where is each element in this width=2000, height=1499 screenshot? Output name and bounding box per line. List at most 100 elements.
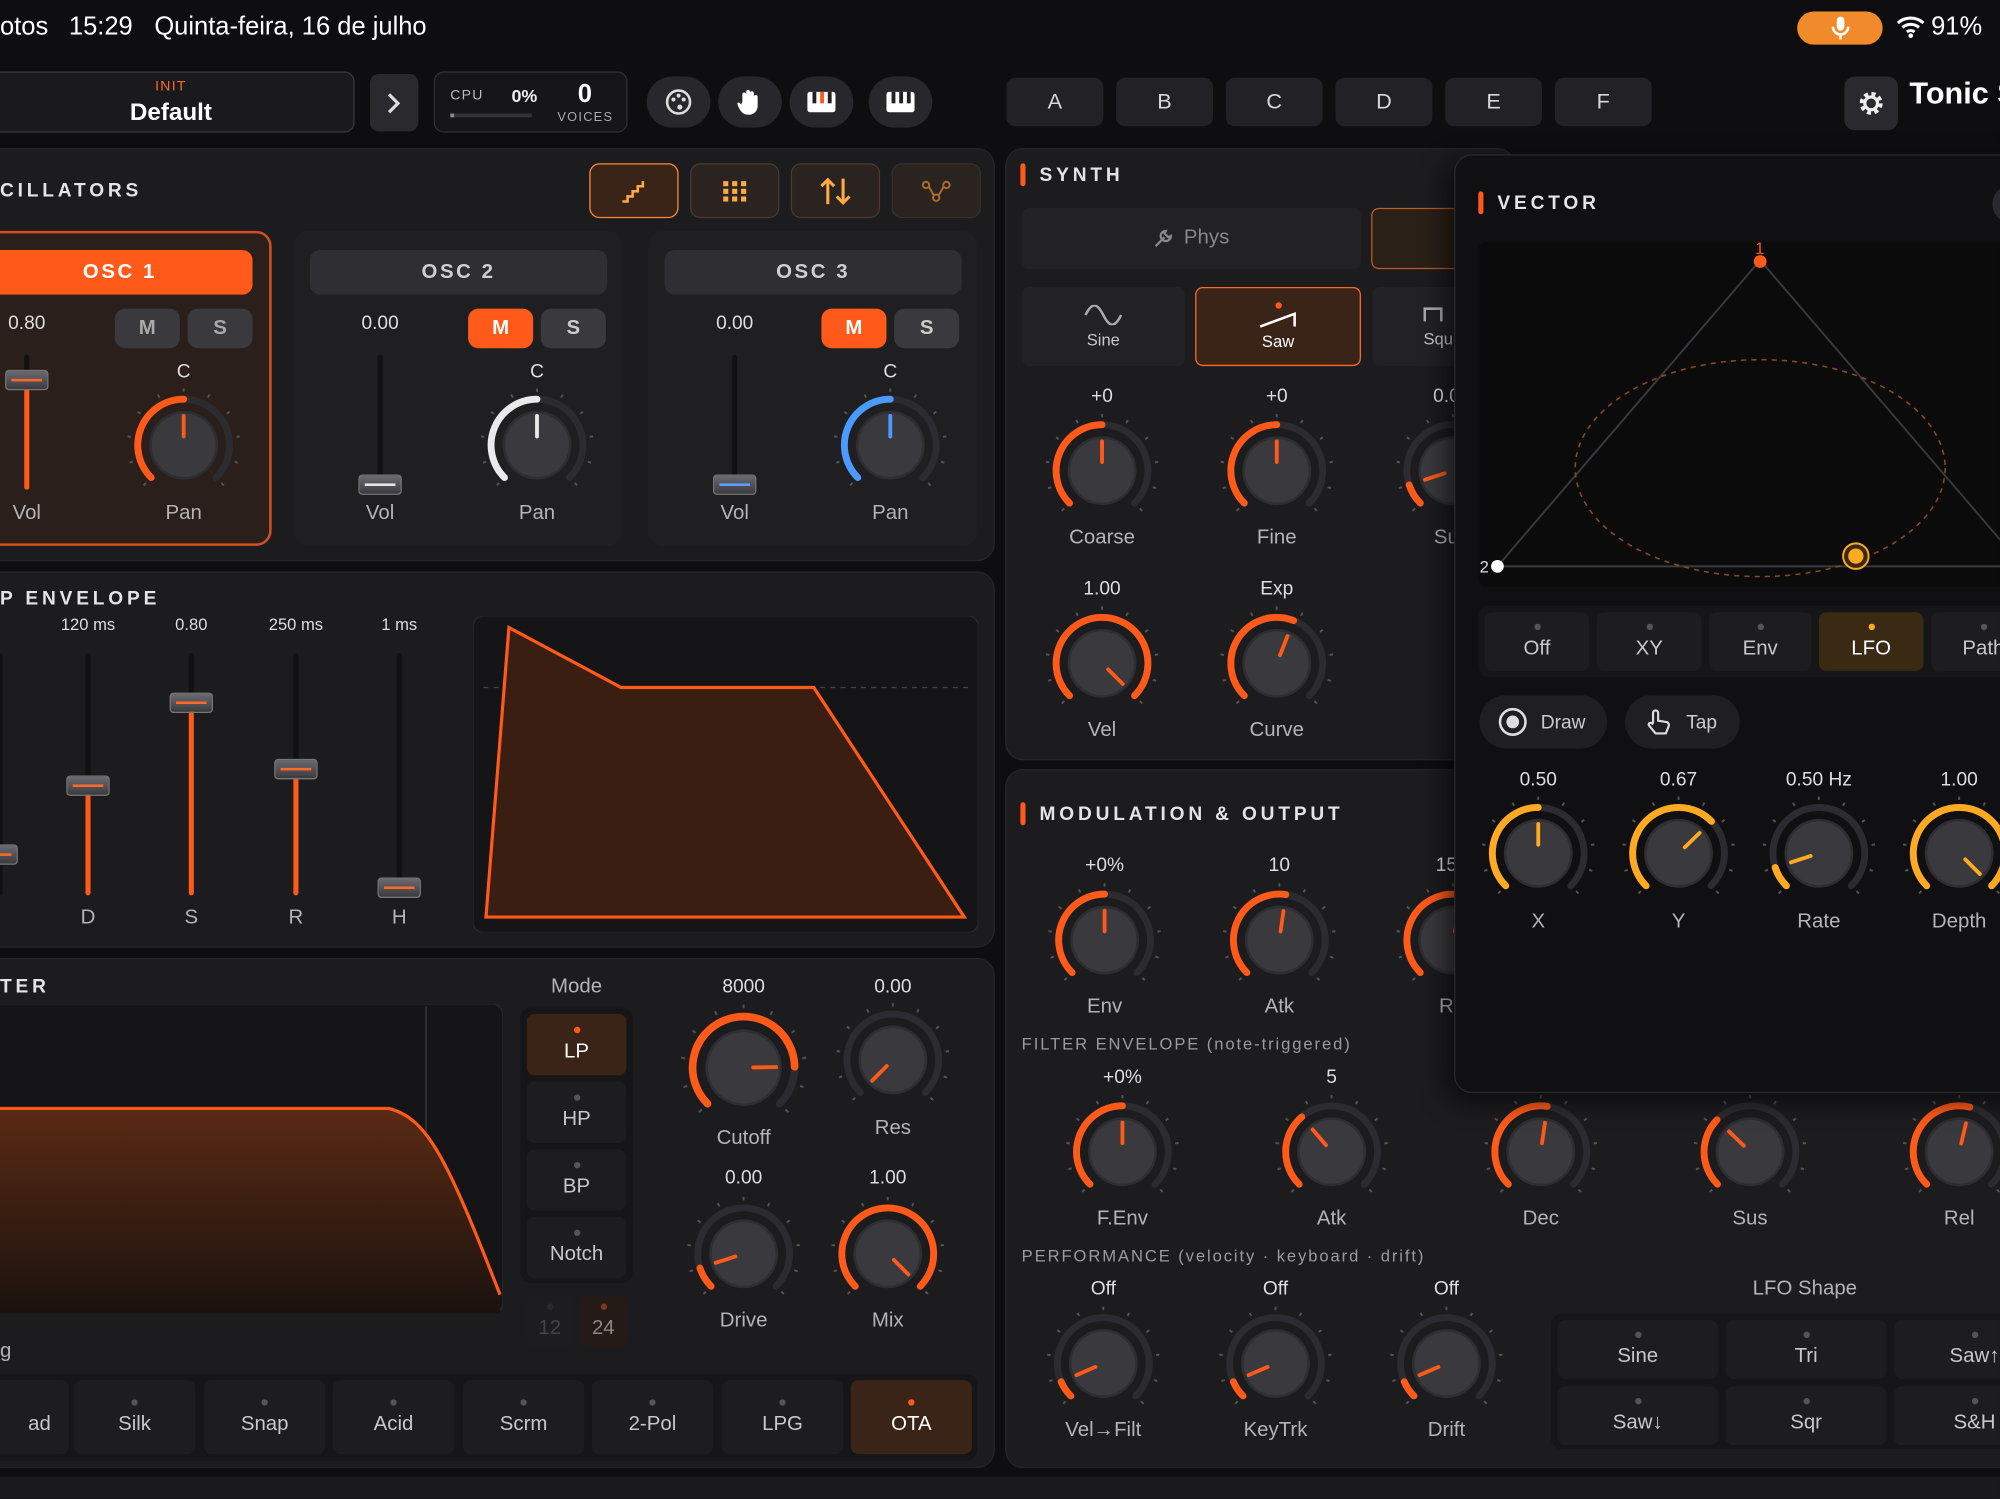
- fenv-sus-knob[interactable]: [1693, 1094, 1808, 1215]
- keyboard-split-button[interactable]: [789, 76, 854, 128]
- filter-type-ad[interactable]: ad: [0, 1380, 69, 1455]
- env-s-fader[interactable]: [169, 692, 214, 714]
- osc3-mute-button[interactable]: M: [821, 308, 887, 349]
- curve-knob[interactable]: [1219, 606, 1334, 727]
- bank-d-button[interactable]: D: [1335, 77, 1433, 127]
- osc1-mute-button[interactable]: M: [114, 308, 180, 349]
- env-r-fill: [293, 771, 299, 896]
- osc2-title[interactable]: OSC 2: [309, 249, 608, 295]
- filter-type-lpg[interactable]: LPG: [721, 1380, 844, 1455]
- vector-x-knob[interactable]: [1481, 796, 1596, 917]
- vector-draw-button[interactable]: Draw: [1479, 695, 1608, 749]
- filter-type-label-fragment: g: [0, 1340, 12, 1363]
- mod-env-knob[interactable]: [1047, 883, 1162, 1004]
- osc3-solo-button[interactable]: S: [894, 308, 960, 349]
- filter-type-scrm[interactable]: Scrm: [463, 1380, 585, 1455]
- filter-type-snap[interactable]: Snap: [204, 1380, 326, 1455]
- vector-mode-xy[interactable]: XY: [1596, 612, 1702, 671]
- osc3-pan-value: C: [883, 360, 898, 383]
- vector-pad[interactable]: [1478, 242, 2000, 587]
- next-preset-button[interactable]: [369, 73, 419, 132]
- fenv-dec-knob[interactable]: [1483, 1094, 1598, 1215]
- fenv-amount-knob[interactable]: [1065, 1094, 1180, 1215]
- wave-saw-button[interactable]: Saw: [1195, 286, 1361, 367]
- env-a-fader[interactable]: [0, 844, 18, 865]
- osc-stairs-button[interactable]: [589, 163, 679, 219]
- lfo-shape-saw-up[interactable]: Saw↑: [1894, 1320, 2000, 1379]
- bank-f-button[interactable]: F: [1554, 77, 1652, 127]
- fenv-atk-knob[interactable]: [1274, 1094, 1389, 1215]
- osc2-vol-fader[interactable]: [358, 474, 402, 495]
- filter-mode-notch[interactable]: Notch: [526, 1216, 627, 1279]
- mod-atk-knob[interactable]: [1222, 883, 1337, 1004]
- filter-res-label: Res: [874, 1117, 911, 1140]
- lfo-shape-saw-down[interactable]: Saw↓: [1557, 1386, 1719, 1446]
- vector-mode-path[interactable]: Path: [1931, 612, 2000, 671]
- fenv-rel-knob[interactable]: [1902, 1094, 2000, 1215]
- drift-knob[interactable]: [1389, 1306, 1504, 1427]
- env-r-fader[interactable]: [274, 758, 318, 780]
- osc2-pan-label: Pan: [518, 502, 556, 525]
- fine-knob[interactable]: [1219, 413, 1334, 534]
- bank-e-button[interactable]: E: [1445, 77, 1543, 127]
- env-d-fader[interactable]: [66, 775, 110, 796]
- osc1-pan-knob[interactable]: [126, 388, 241, 509]
- osc3-title[interactable]: OSC 3: [664, 249, 962, 295]
- filter-type-lpg-label: LPG: [762, 1412, 803, 1435]
- preset-selector[interactable]: INIT Default: [0, 71, 355, 133]
- engine-phys-button[interactable]: Phys: [1021, 207, 1361, 270]
- osc1-title[interactable]: OSC 1: [0, 249, 253, 295]
- filter-mode-bp[interactable]: BP: [526, 1149, 627, 1211]
- vector-tap-button[interactable]: Tap: [1624, 695, 1740, 749]
- coarse-knob[interactable]: [1045, 413, 1160, 534]
- filter-res-knob[interactable]: [835, 1003, 950, 1124]
- vector-y-knob[interactable]: [1621, 796, 1736, 917]
- wave-sine-button[interactable]: Sine: [1021, 286, 1185, 367]
- filter-drive-knob[interactable]: [686, 1196, 801, 1317]
- filter-response-graph: [0, 1003, 503, 1314]
- lfo-shape-sh-label: S&H: [1953, 1411, 1996, 1434]
- osc2-mute-button[interactable]: M: [468, 308, 534, 349]
- osc-routing-button[interactable]: [891, 163, 981, 219]
- lfo-shape-sine[interactable]: Sine: [1557, 1320, 1719, 1379]
- osc3-vol-fader[interactable]: [713, 474, 757, 495]
- vector-mode-lfo[interactable]: LFO: [1818, 612, 1924, 671]
- osc2-pan-knob[interactable]: [480, 388, 595, 509]
- lfo-shape-tri[interactable]: Tri: [1725, 1320, 1887, 1379]
- osc3-pan-knob[interactable]: [833, 388, 948, 509]
- bank-b-button[interactable]: B: [1116, 77, 1214, 127]
- filter-type-2pol[interactable]: 2-Pol: [591, 1380, 714, 1455]
- env-h-fader[interactable]: [377, 877, 421, 898]
- filter-mix-knob[interactable]: [830, 1196, 945, 1317]
- palette-button[interactable]: [646, 76, 711, 128]
- bank-c-button[interactable]: C: [1225, 77, 1323, 127]
- vector-mode-xy-label: XY: [1635, 637, 1663, 659]
- vector-mode-env[interactable]: Env: [1709, 612, 1812, 671]
- lfo-shape-sh[interactable]: S&H: [1894, 1386, 2000, 1446]
- osc-sort-button[interactable]: [790, 163, 881, 219]
- filter-mode-lp[interactable]: LP: [526, 1014, 627, 1076]
- filter-cutoff-knob[interactable]: [680, 1004, 808, 1138]
- osc1-vol-fader[interactable]: [5, 369, 49, 391]
- osc-grid-button[interactable]: [690, 163, 780, 219]
- hand-button[interactable]: [718, 76, 782, 128]
- filter-type-silk[interactable]: Silk: [73, 1380, 196, 1455]
- filter-slope-12[interactable]: 12: [526, 1295, 573, 1347]
- filter-slope-24[interactable]: 24: [580, 1295, 627, 1347]
- filter-type-ota[interactable]: OTA: [850, 1380, 972, 1455]
- settings-button[interactable]: [1844, 76, 1898, 131]
- lfo-shape-sqr[interactable]: Sqr: [1725, 1386, 1887, 1446]
- osc2-solo-button[interactable]: S: [540, 308, 606, 349]
- vector-mode-off[interactable]: Off: [1484, 612, 1590, 671]
- filter-mode-label: Mode: [550, 975, 603, 998]
- keytrk-knob[interactable]: [1218, 1306, 1333, 1427]
- osc1-solo-button[interactable]: S: [187, 308, 253, 349]
- vector-rate-knob[interactable]: [1761, 796, 1876, 917]
- filter-type-acid[interactable]: Acid: [332, 1380, 455, 1455]
- vel-filt-knob[interactable]: [1046, 1306, 1161, 1427]
- bank-a-button[interactable]: A: [1006, 77, 1104, 127]
- vel-knob[interactable]: [1045, 606, 1160, 727]
- vector-depth-knob[interactable]: [1902, 796, 2000, 917]
- keyboard-button[interactable]: [868, 76, 933, 128]
- filter-mode-hp[interactable]: HP: [526, 1081, 627, 1143]
